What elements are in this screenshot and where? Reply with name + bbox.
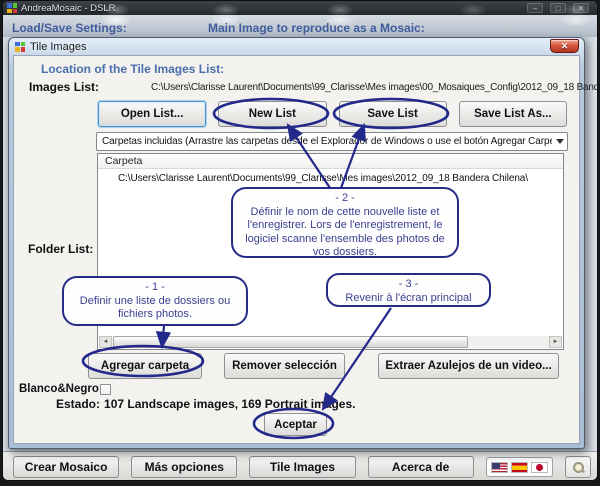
mas-opciones-button[interactable]: Más opciones <box>131 456 237 478</box>
dialog-close-button[interactable]: ✕ <box>550 39 579 53</box>
remover-seleccion-button[interactable]: Remover selección <box>224 353 345 379</box>
agregar-carpeta-button[interactable]: Agregar carpeta <box>88 353 202 379</box>
close-button[interactable]: ✕ <box>573 3 589 13</box>
callout-2-number: - 2 - <box>239 192 451 206</box>
horizontal-scrollbar[interactable]: ◄ ► <box>99 336 562 348</box>
dialog-title: Tile Images <box>30 41 86 53</box>
main-image-label: Main Image to reproduce as a Mosaic: <box>208 21 425 35</box>
blanco-negro-label: Blanco&Negro: <box>19 383 103 395</box>
folders-combobox-value: Carpetas incluidas (Arrastre las carpeta… <box>97 136 552 147</box>
list-item[interactable]: C:\Users\Clarisse Laurent\Documents\99_C… <box>98 169 563 184</box>
callout-1-text: Definir une liste de dossiers ou fichier… <box>70 295 240 322</box>
dialog-titlebar: Tile Images ✕ <box>9 38 584 55</box>
status-line: Estado: 107 Landscape images, 169 Portrai… <box>56 397 355 411</box>
chevron-down-icon[interactable] <box>552 133 567 150</box>
blanco-negro-checkbox[interactable] <box>100 384 111 395</box>
callout-2: - 2 - Définir le nom de cette nouvelle l… <box>231 187 459 258</box>
callout-2-text: Définir le nom de cette nouvelle liste e… <box>239 206 451 260</box>
callout-1: - 1 - Definir une liste de dossiers ou f… <box>62 276 248 326</box>
window-title: AndreaMosaic - DSLR <box>21 3 116 14</box>
new-list-button[interactable]: New List <box>218 101 326 127</box>
callout-3-number: - 3 - <box>334 278 483 292</box>
folder-buttons-row: Agregar carpeta Remover selección Extrae… <box>14 353 579 379</box>
crear-mosaico-button[interactable]: Crear Mosaico <box>13 456 119 478</box>
save-list-as-button[interactable]: Save List As... <box>459 101 567 127</box>
callout-3-text: Revenir à l'écran principal <box>334 292 483 306</box>
estado-value: 107 Landscape images, 169 Portrait image… <box>104 397 355 411</box>
minimize-button[interactable]: – <box>527 3 543 13</box>
japan-flag-icon <box>531 462 548 473</box>
load-save-settings-label: Load/Save Settings: <box>12 21 127 35</box>
aceptar-button[interactable]: Aceptar <box>264 413 327 436</box>
open-list-button[interactable]: Open List... <box>98 101 206 127</box>
maximize-button[interactable]: □ <box>550 3 566 13</box>
callout-1-number: - 1 - <box>70 281 240 295</box>
save-list-button[interactable]: Save List <box>339 101 447 127</box>
list-column-header[interactable]: Carpeta <box>98 154 563 169</box>
callout-3: - 3 - Revenir à l'écran principal <box>326 273 491 307</box>
estado-label: Estado: <box>56 397 100 411</box>
tile-images-button[interactable]: Tile Images <box>249 456 355 478</box>
mosaic-icon <box>15 42 25 52</box>
acerca-de-button[interactable]: Acerca de <box>368 456 474 478</box>
extraer-azulejos-button[interactable]: Extraer Azulejos de un video... <box>378 353 559 379</box>
app-icon <box>7 3 17 13</box>
section-heading: Location of the Tile Images List: <box>41 62 224 76</box>
footer-toolbar: Crear Mosaico Más opciones Tile Images A… <box>3 451 597 481</box>
folder-list-label: Folder List: <box>28 242 93 256</box>
images-list-label: Images List: <box>29 80 99 94</box>
folders-combobox[interactable]: Carpetas incluidas (Arrastre las carpeta… <box>96 132 568 151</box>
window-header-strip: Load/Save Settings: Main Image to reprod… <box>3 15 597 37</box>
spain-flag-icon <box>511 462 528 473</box>
list-buttons-row: Open List... New List Save List Save Lis… <box>98 101 567 127</box>
us-flag-icon <box>491 462 508 473</box>
scroll-right-button[interactable]: ► <box>549 336 562 348</box>
images-list-path: C:\Users\Clarisse Laurent\Documents\99_C… <box>151 82 600 93</box>
scrollbar-thumb[interactable] <box>113 336 468 348</box>
language-selector[interactable] <box>486 457 553 477</box>
search-button[interactable] <box>565 456 591 478</box>
scroll-left-button[interactable]: ◄ <box>99 336 112 348</box>
desktop: AndreaMosaic - DSLR – □ ✕ Load/Save Sett… <box>0 0 600 486</box>
magnifier-icon <box>573 462 584 473</box>
window-titlebar: AndreaMosaic - DSLR – □ ✕ <box>3 1 597 15</box>
